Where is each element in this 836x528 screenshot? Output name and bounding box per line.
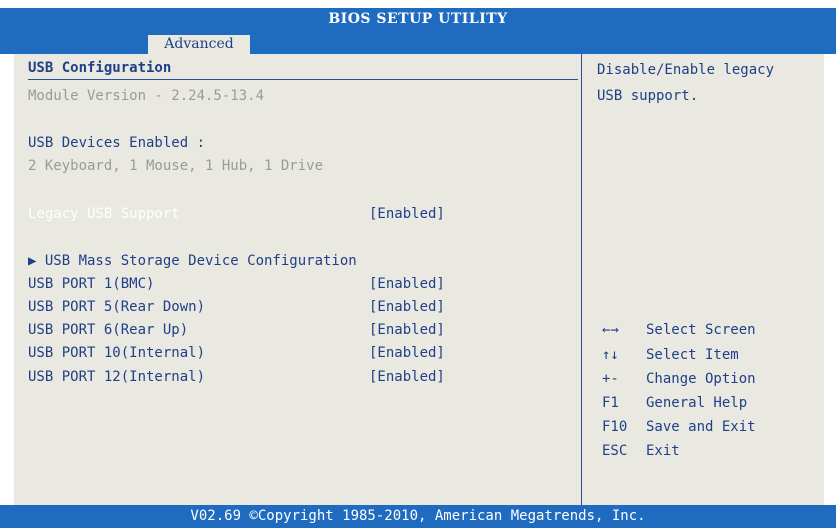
help-text-line-2: USB support. (597, 88, 699, 104)
usb-devices-value: 2 Keyboard, 1 Mouse, 1 Hub, 1 Drive (28, 158, 324, 174)
legacy-usb-support-value[interactable]: [Enabled] (369, 206, 445, 222)
key-arrows-vertical: ↑↓ (602, 347, 619, 363)
panel-divider (581, 54, 582, 505)
legacy-usb-support-label[interactable]: Legacy USB Support (28, 206, 180, 222)
key-esc: ESC (602, 443, 628, 459)
section-title: USB Configuration (28, 60, 172, 76)
key-desc-general-help: General Help (646, 395, 748, 411)
usb-port-12-value[interactable]: [Enabled] (369, 369, 445, 385)
help-text-line-1: Disable/Enable legacy (597, 62, 775, 78)
usb-mass-storage-submenu[interactable]: ▶ USB Mass Storage Device Configuration (28, 253, 357, 269)
key-arrows-horizontal: ←→ (602, 322, 619, 338)
module-version: Module Version - 2.24.5-13.4 (28, 88, 265, 104)
usb-port-6-label[interactable]: USB PORT 6(Rear Up) (28, 322, 188, 338)
tab-advanced[interactable]: Advanced (148, 35, 250, 54)
usb-devices-label: USB Devices Enabled : (28, 135, 206, 151)
usb-port-5-label[interactable]: USB PORT 5(Rear Down) (28, 299, 205, 315)
usb-port-1-value[interactable]: [Enabled] (369, 276, 445, 292)
usb-port-10-value[interactable]: [Enabled] (369, 345, 445, 361)
bios-header: BIOS SETUP UTILITY Advanced (0, 8, 836, 54)
key-f10: F10 (602, 419, 628, 435)
usb-port-5-value[interactable]: [Enabled] (369, 299, 445, 315)
section-title-underline (28, 79, 578, 80)
usb-port-1-label[interactable]: USB PORT 1(BMC) (28, 276, 154, 292)
key-desc-exit: Exit (646, 443, 680, 459)
key-plus-minus: +- (602, 371, 619, 387)
key-desc-change-option: Change Option (646, 371, 756, 387)
usb-port-6-value[interactable]: [Enabled] (369, 322, 445, 338)
key-f1: F1 (602, 395, 619, 411)
key-desc-select-screen: Select Screen (646, 322, 756, 338)
screen-top-edge (0, 0, 836, 8)
bios-title: BIOS SETUP UTILITY (328, 11, 508, 27)
usb-port-10-label[interactable]: USB PORT 10(Internal) (28, 345, 205, 361)
key-desc-save-exit: Save and Exit (646, 419, 756, 435)
usb-port-12-label[interactable]: USB PORT 12(Internal) (28, 369, 205, 385)
bios-footer: V02.69 ©Copyright 1985-2010, American Me… (0, 505, 836, 528)
key-desc-select-item: Select Item (646, 347, 739, 363)
